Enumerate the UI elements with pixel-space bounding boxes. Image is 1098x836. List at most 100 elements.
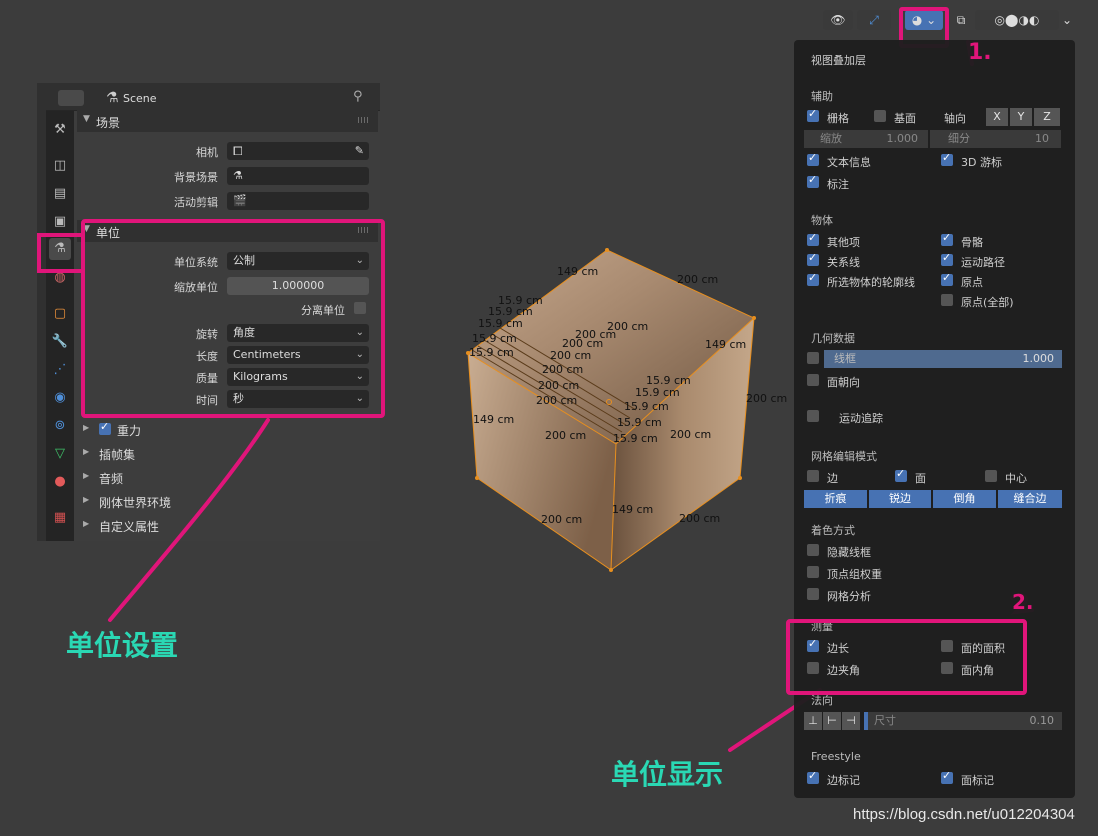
normal-size-field[interactable]: 尺寸 0.10: [864, 712, 1062, 730]
edge-length-label: 149 cm: [557, 265, 598, 278]
outline-label: 所选物体的轮廓线: [827, 276, 915, 289]
hidden-wire-checkbox[interactable]: [807, 544, 819, 556]
face-marks-label: 面标记: [961, 774, 994, 787]
chevron-down-icon: ⌄: [1061, 13, 1073, 27]
edge-length-label: 15.9 cm: [613, 432, 658, 445]
relations-label: 关系线: [827, 256, 860, 269]
motion-tracking-label: 运动追踪: [839, 412, 883, 425]
shading-buttons[interactable]: ◎⬤◑◐: [975, 10, 1059, 30]
wireframe-checkbox[interactable]: [807, 352, 819, 364]
unit-display-annotation: 单位显示: [611, 758, 724, 791]
xray-button[interactable]: ⧉: [951, 10, 971, 30]
origins-all-checkbox[interactable]: [941, 294, 953, 306]
origins-checkbox[interactable]: [941, 271, 953, 286]
edge-length-label: 200 cm: [746, 392, 787, 405]
edges-label: 边: [827, 472, 838, 485]
wireframe-label: 线框: [834, 352, 856, 365]
split-normals-icon[interactable]: ⊢: [823, 712, 841, 730]
wireframe-shading-icon[interactable]: ◎: [995, 13, 1005, 27]
motion-paths-label: 运动路径: [961, 256, 1005, 269]
edge-marks-label: 边标记: [827, 774, 860, 787]
material-shading-icon[interactable]: ◑: [1018, 13, 1028, 27]
rendered-shading-icon[interactable]: ◐: [1029, 13, 1039, 27]
pointer-line-units: [108, 418, 270, 622]
axis-y-toggle[interactable]: Y: [1010, 108, 1032, 126]
sharp-toggle[interactable]: 锐边: [869, 490, 931, 508]
cube-mesh[interactable]: 149 cm 200 cm 149 cm 200 cm 200 cm 149 c…: [466, 248, 787, 572]
watermark: https://blog.csdn.net/u012204304: [853, 806, 1075, 823]
outline-checkbox[interactable]: [807, 271, 819, 286]
bones-checkbox[interactable]: [941, 231, 953, 246]
seams-toggle[interactable]: 缝合边: [998, 490, 1062, 508]
mesh-analysis-checkbox[interactable]: [807, 588, 819, 600]
annotations-checkbox[interactable]: [807, 173, 819, 188]
text-info-label: 文本信息: [827, 156, 871, 169]
vertex-weights-checkbox[interactable]: [807, 566, 819, 578]
edge-length-label: 200 cm: [541, 513, 582, 526]
edge-length-label: 200 cm: [545, 429, 586, 442]
freestyle-heading: Freestyle: [811, 750, 861, 763]
edge-length-label: 200 cm: [550, 349, 591, 362]
vertex-normals-icon[interactable]: ⊥: [804, 712, 822, 730]
eye-icon: 👁: [830, 13, 846, 27]
axis-z-toggle[interactable]: Z: [1034, 108, 1060, 126]
grid-label: 栅格: [827, 112, 849, 125]
edge-length-label: 15.9 cm: [635, 386, 680, 399]
crease-toggle[interactable]: 折痕: [804, 490, 867, 508]
edges-checkbox[interactable]: [807, 470, 819, 482]
gizmo-icon: ⤢: [869, 13, 879, 27]
edge-marks-checkbox[interactable]: [807, 769, 819, 784]
wireframe-slider[interactable]: 线框 1.000: [824, 350, 1062, 368]
motion-paths-checkbox[interactable]: [941, 251, 953, 266]
edge-length-label: 15.9 cm: [472, 332, 517, 345]
gizmo-button[interactable]: ⤢: [857, 10, 891, 30]
edge-length-label: 15.9 cm: [624, 400, 669, 413]
unit-settings-annotation: 单位设置: [66, 629, 179, 662]
normal-size-value: 0.10: [1029, 714, 1055, 727]
guides-heading: 辅助: [811, 90, 833, 103]
motion-tracking-checkbox[interactable]: [807, 410, 819, 422]
origins-all-label: 原点(全部): [961, 296, 1014, 309]
origins-label: 原点: [961, 276, 983, 289]
text-info-checkbox[interactable]: [807, 151, 819, 166]
center-checkbox[interactable]: [985, 470, 997, 482]
vertex-weights-label: 顶点组权重: [827, 568, 882, 581]
visibility-button[interactable]: 👁: [823, 10, 853, 30]
grid-subdivisions-value: 10: [1035, 132, 1049, 145]
shading-dropdown[interactable]: ⌄: [1061, 10, 1073, 30]
grid-subdivisions-field[interactable]: 细分 10: [930, 130, 1061, 148]
grid-scale-field[interactable]: 缩放 1.000: [804, 130, 928, 148]
hidden-wire-label: 隐藏线框: [827, 546, 871, 559]
cursor-3d-checkbox[interactable]: [941, 151, 953, 166]
geometry-heading: 几何数据: [811, 332, 855, 345]
face-orientation-checkbox[interactable]: [807, 374, 819, 386]
floor-label: 基面: [894, 112, 916, 125]
grid-scale-value: 1.000: [886, 132, 919, 145]
edge-length-label: 149 cm: [473, 413, 514, 426]
face-marks-checkbox[interactable]: [941, 769, 953, 784]
cursor-3d-label: 3D 游标: [961, 156, 1002, 169]
normal-size-label: 尺寸: [874, 714, 896, 727]
relations-checkbox[interactable]: [807, 251, 819, 266]
bones-label: 骨骼: [961, 236, 983, 249]
extras-checkbox[interactable]: [807, 231, 819, 246]
grid-checkbox[interactable]: [807, 107, 819, 122]
grid-scale-label: 缩放: [820, 132, 842, 145]
grid-subdivisions-label: 细分: [948, 132, 970, 145]
mesh-edit-heading: 网格编辑模式: [811, 450, 877, 463]
edge-length-label: 15.9 cm: [617, 416, 662, 429]
edge-length-label: 149 cm: [612, 503, 653, 516]
faces-checkbox[interactable]: [895, 467, 907, 482]
floor-checkbox[interactable]: [874, 110, 886, 122]
edge-length-label: 200 cm: [677, 273, 718, 286]
solid-shading-icon[interactable]: ⬤: [1005, 13, 1018, 27]
axis-x-toggle[interactable]: X: [986, 108, 1008, 126]
bevel-toggle[interactable]: 倒角: [933, 490, 996, 508]
edge-length-label: 200 cm: [542, 363, 583, 376]
edge-length-label: 15.9 cm: [478, 317, 523, 330]
face-normals-icon[interactable]: ⊣: [842, 712, 860, 730]
edge-length-label: 200 cm: [538, 379, 579, 392]
shading-heading: 着色方式: [811, 524, 855, 537]
axes-label: 轴向: [944, 112, 966, 125]
wireframe-value: 1.000: [1022, 352, 1055, 365]
